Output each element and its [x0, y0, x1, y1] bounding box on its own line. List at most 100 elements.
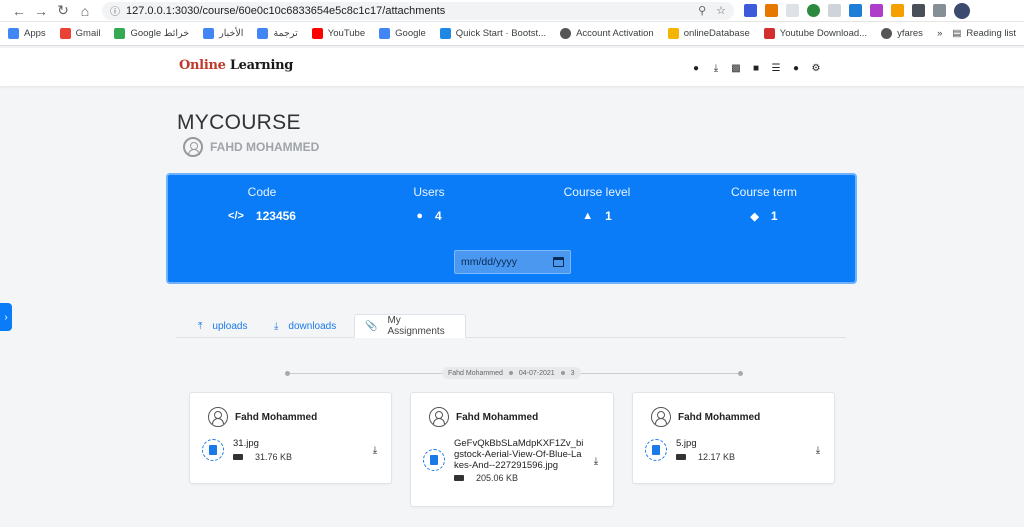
- address-bar[interactable]: ⓘ 127.0.0.1:3030/course/60e0c10c6833654e…: [102, 1, 734, 20]
- tab-uploads[interactable]: ⤒ uploads: [188, 314, 257, 338]
- youtube-icon: [311, 28, 323, 39]
- bookmark-item[interactable]: Youtube Download...: [763, 28, 867, 39]
- bootstrap-icon: [439, 28, 451, 39]
- user-icon[interactable]: ●: [690, 62, 702, 74]
- url-text[interactable]: 127.0.0.1:3030/course/60e0c10c6833654e5c…: [126, 5, 688, 17]
- file-image-icon: [202, 439, 224, 461]
- site-info-icon[interactable]: ⓘ: [110, 3, 120, 18]
- extension-icon[interactable]: [786, 4, 799, 17]
- download-file-icon[interactable]: ⤓: [370, 445, 380, 456]
- tab-downloads[interactable]: ⤓ downloads: [264, 314, 346, 338]
- bookmark-item[interactable]: Quick Start · Bootst...: [439, 28, 547, 39]
- google-icon: [379, 28, 391, 39]
- nav-icons: ● ⤓ ▩ ■ ☰ ● ⚙: [690, 62, 822, 74]
- bookmark-item[interactable]: الأخبار: [203, 28, 243, 39]
- translate-icon: [257, 28, 269, 39]
- file-image-icon: [423, 449, 445, 471]
- graduation-cap-icon: ◆: [750, 210, 759, 223]
- bookmark-item[interactable]: onlineDatabase: [667, 28, 750, 39]
- stat-label: Users: [413, 185, 445, 199]
- bookmark-label: Google خرائط: [130, 28, 190, 39]
- settings-icon[interactable]: ⚙: [810, 62, 822, 74]
- file-size: 31.76 KB: [233, 452, 292, 462]
- forward-arrow-icon[interactable]: →: [30, 1, 52, 21]
- stat-course-level: Course level ▲ 1: [527, 185, 667, 223]
- news-icon: [203, 28, 215, 39]
- site-logo[interactable]: Online Learning: [179, 58, 293, 73]
- bookmark-label: الأخبار: [219, 28, 244, 39]
- file-name[interactable]: 5.jpg: [676, 438, 697, 449]
- attachment-tabs: ⤒ uploads ⤓ downloads 📎 My Assignments: [176, 314, 846, 338]
- bookmark-item[interactable]: Google خرائط: [114, 28, 189, 39]
- reload-icon[interactable]: ↻: [52, 1, 74, 21]
- bookmark-item[interactable]: YouTube: [311, 28, 366, 39]
- globe-icon: [881, 28, 893, 39]
- bookmark-item[interactable]: Gmail: [59, 28, 100, 39]
- bookmark-item[interactable]: Google: [379, 28, 426, 39]
- extension-icon[interactable]: [765, 4, 778, 17]
- puzzle-icon[interactable]: [912, 4, 925, 17]
- media-icon[interactable]: [933, 4, 946, 17]
- tab-my-assignments[interactable]: 📎 My Assignments: [354, 314, 466, 338]
- date-input[interactable]: mm/dd/yyyy: [454, 250, 571, 274]
- bookmark-item[interactable]: Apps: [8, 28, 46, 39]
- list-icon[interactable]: ☰: [770, 62, 782, 74]
- zoom-icon[interactable]: ⚲: [698, 4, 706, 17]
- file-card: Fahd Mohammed GeFvQkBbSLaMdpKXF1Zv_bigst…: [410, 392, 614, 507]
- extension-icon[interactable]: [828, 4, 841, 17]
- timeline-divider: Fahd Mohammed 04-07-2021 3: [285, 367, 743, 379]
- stat-label: Course term: [730, 185, 798, 199]
- file-size-value: 12.17 KB: [698, 452, 736, 462]
- download-icon[interactable]: ⤓: [710, 62, 722, 74]
- extension-icon[interactable]: [744, 4, 757, 17]
- sidebar-toggle[interactable]: ›: [0, 303, 12, 331]
- bookmark-label: YouTube: [327, 28, 366, 39]
- user-circle-icon: [651, 407, 671, 427]
- user-icon: ●: [416, 210, 423, 222]
- extension-icon[interactable]: [891, 4, 904, 17]
- extension-icon[interactable]: [849, 4, 862, 17]
- bookmark-label: yfares: [897, 28, 923, 39]
- more-bookmarks-icon[interactable]: »: [937, 28, 942, 39]
- user-circle-icon: [208, 407, 228, 427]
- reading-list[interactable]: » ▤ Reading list: [937, 28, 1016, 39]
- instructor-name: FAHD MOHAMMED: [210, 140, 320, 154]
- profile-avatar[interactable]: [954, 2, 970, 19]
- bookmark-item[interactable]: ترجمة: [257, 28, 298, 39]
- back-arrow-icon[interactable]: ←: [8, 1, 30, 21]
- logo-suffix: Learning: [229, 58, 294, 73]
- separator-dot: [560, 371, 565, 375]
- file-image-icon: [645, 439, 667, 461]
- bookmark-item[interactable]: Account Activation: [560, 28, 654, 39]
- code-icon: </>: [228, 210, 244, 222]
- extension-icon[interactable]: [870, 4, 883, 17]
- extension-icons: [744, 2, 970, 19]
- logo-prefix: Online: [179, 58, 226, 73]
- timeline-date: 04-07-2021: [518, 369, 555, 377]
- app-navbar: Online Learning ● ⤓ ▩ ■ ☰ ● ⚙: [0, 48, 1024, 86]
- download-icon: [763, 28, 775, 39]
- file-card: Fahd Mohammed 31.jpg 31.76 KB ⤓: [189, 392, 392, 484]
- video-icon[interactable]: ■: [750, 62, 762, 74]
- user-circle-icon: [183, 137, 203, 157]
- bookmark-label: Quick Start · Bootst...: [455, 28, 547, 39]
- calendar-icon[interactable]: [553, 257, 564, 267]
- file-size-value: 205.06 KB: [476, 473, 519, 483]
- home-icon[interactable]: ⌂: [74, 1, 96, 21]
- bookmark-label: Google: [395, 28, 426, 39]
- users-icon[interactable]: ●: [790, 62, 802, 74]
- file-size-value: 31.76 KB: [255, 452, 293, 462]
- download-file-icon[interactable]: ⤓: [591, 456, 601, 467]
- file-name[interactable]: 31.jpg: [233, 438, 259, 449]
- extension-icon[interactable]: [807, 4, 820, 17]
- bookmark-label: Apps: [24, 28, 46, 39]
- file-name[interactable]: GeFvQkBbSLaMdpKXF1Zv_bigstock-Aerial-Vie…: [454, 438, 584, 471]
- chevron-right-icon: ›: [4, 311, 8, 323]
- bookmark-star-icon[interactable]: ☆: [716, 4, 726, 17]
- instructor: FAHD MOHAMMED: [183, 137, 319, 157]
- download-file-icon[interactable]: ⤓: [813, 445, 823, 456]
- comments-icon[interactable]: ▩: [730, 62, 742, 74]
- separator-dot: [508, 371, 513, 375]
- apps-grid-icon: [8, 28, 19, 39]
- bookmark-item[interactable]: yfares: [881, 28, 923, 39]
